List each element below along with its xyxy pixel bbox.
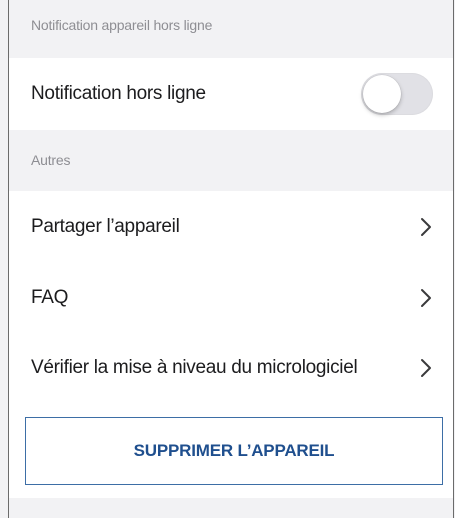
offline-notification-toggle[interactable] xyxy=(361,73,433,115)
chevron-right-icon xyxy=(421,359,431,377)
share-device-label: Partager l’appareil xyxy=(31,216,180,237)
offline-notification-label: Notification hors ligne xyxy=(31,83,206,104)
others-section-header: Autres xyxy=(31,152,71,168)
delete-device-button[interactable]: SUPPRIMER L’APPAREIL xyxy=(25,417,443,485)
chevron-right-icon xyxy=(421,218,431,236)
delete-button-container: SUPPRIMER L’APPAREIL xyxy=(9,403,453,498)
settings-screen: Notification appareil hors ligne Notific… xyxy=(8,0,454,518)
faq-row[interactable]: FAQ xyxy=(9,263,453,333)
share-device-row[interactable]: Partager l’appareil xyxy=(9,191,453,263)
toggle-knob xyxy=(363,75,401,113)
chevron-right-icon xyxy=(421,289,431,307)
offline-notification-row: Notification hors ligne xyxy=(9,58,453,130)
firmware-update-label: Vérifier la mise à niveau du micrologici… xyxy=(31,357,358,378)
firmware-update-row[interactable]: Vérifier la mise à niveau du micrologici… xyxy=(9,333,453,403)
faq-label: FAQ xyxy=(31,287,69,308)
offline-notification-section-header: Notification appareil hors ligne xyxy=(31,17,213,33)
